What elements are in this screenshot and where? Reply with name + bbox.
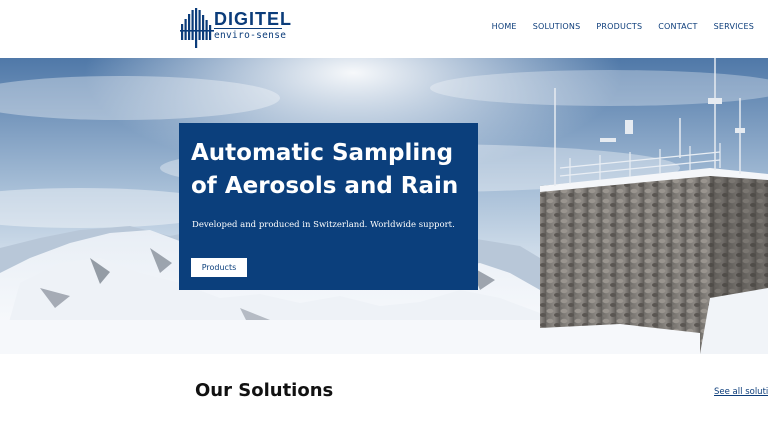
nav-solutions[interactable]: SOLUTIONS: [533, 22, 581, 31]
digitel-logo-icon: [180, 8, 214, 48]
nav-services[interactable]: SERVICES: [714, 22, 754, 31]
hero-card: Automatic Sampling of Aerosols and Rain …: [179, 123, 478, 290]
main-nav: HOME SOLUTIONS PRODUCTS CONTACT SERVICES: [492, 22, 754, 31]
see-all-solutions-link[interactable]: See all solutions: [714, 387, 768, 397]
logo-name: DIGITEL: [214, 9, 292, 29]
logo[interactable]: DIGITEL enviro-sense: [180, 6, 292, 52]
nav-home[interactable]: HOME: [492, 22, 517, 31]
hero-banner: Automatic Sampling of Aerosols and Rain …: [0, 58, 768, 354]
hero-title: Automatic Sampling of Aerosols and Rain: [191, 140, 459, 199]
solutions-title: Our Solutions: [195, 380, 334, 401]
nav-contact[interactable]: CONTACT: [658, 22, 697, 31]
site-header: DIGITEL enviro-sense HOME SOLUTIONS PROD…: [0, 0, 768, 58]
nav-products[interactable]: PRODUCTS: [596, 22, 642, 31]
logo-divider: [214, 28, 282, 29]
products-button[interactable]: Products: [191, 258, 247, 277]
hero-subtitle: Developed and produced in Switzerland. W…: [192, 220, 455, 230]
logo-tagline: enviro-sense: [214, 30, 287, 41]
